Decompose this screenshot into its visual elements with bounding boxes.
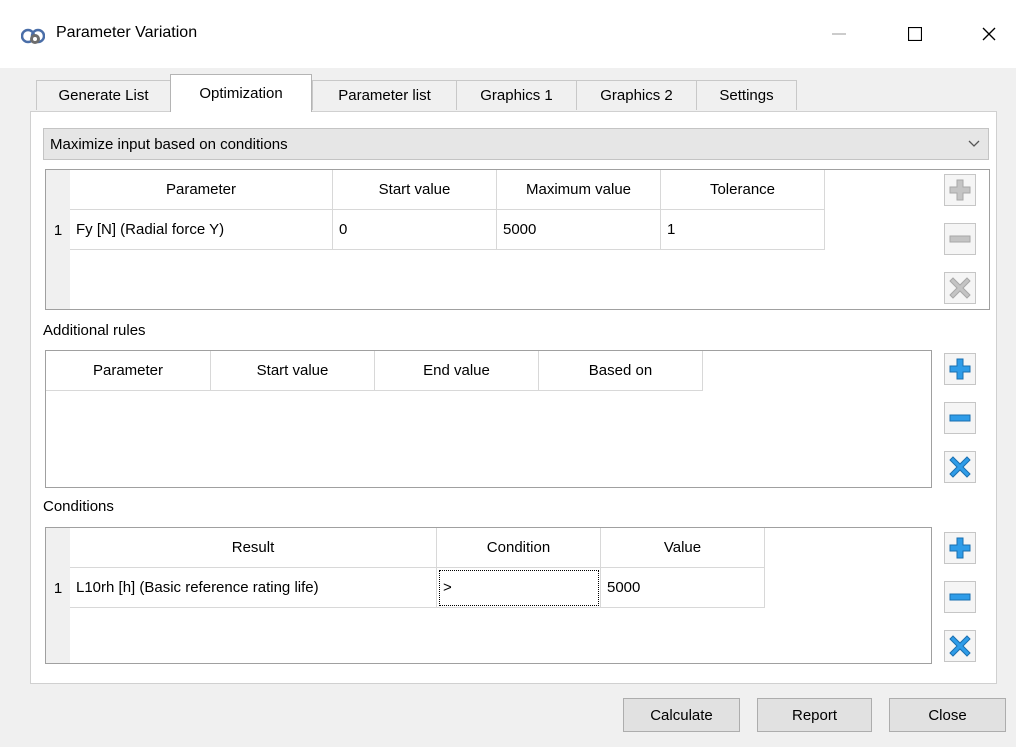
column-header-start-value[interactable]: Start value — [333, 170, 497, 210]
column-header-value[interactable]: Value — [601, 528, 765, 568]
column-header-based-on[interactable]: Based on — [539, 351, 703, 391]
window-title: Parameter Variation — [56, 24, 198, 41]
column-header-condition[interactable]: Condition — [437, 528, 601, 568]
chevron-down-icon — [968, 140, 980, 147]
column-header-parameter[interactable]: Parameter — [70, 170, 333, 210]
minimize-icon — [832, 33, 846, 35]
minus-icon — [949, 593, 971, 601]
close-window-button[interactable] — [966, 14, 1012, 54]
row-number: 1 — [53, 221, 63, 239]
tab-graphics-1[interactable]: Graphics 1 — [456, 80, 577, 110]
tab-graphics-2[interactable]: Graphics 2 — [576, 80, 697, 110]
remove-rule-button[interactable] — [944, 402, 976, 434]
cell-condition[interactable]: > — [437, 568, 601, 608]
minus-icon — [949, 235, 971, 243]
conditions-label: Conditions — [43, 498, 114, 515]
cell-result[interactable]: L10rh [h] (Basic reference rating life) — [70, 568, 437, 608]
maximize-button[interactable] — [892, 14, 938, 54]
delete-icon — [949, 456, 971, 478]
additional-rules-label: Additional rules — [43, 322, 146, 339]
clear-conditions-button[interactable] — [944, 630, 976, 662]
column-header-maximum-value[interactable]: Maximum value — [497, 170, 661, 210]
title-bar: Parameter Variation — [0, 0, 1016, 68]
cell-maximum-value[interactable]: 5000 — [497, 210, 661, 250]
cell-tolerance[interactable]: 1 — [661, 210, 825, 250]
column-header-parameter[interactable]: Parameter — [46, 351, 211, 391]
column-header-start-value[interactable]: Start value — [211, 351, 375, 391]
additional-rules-table: Parameter Start value End value Based on — [45, 350, 932, 488]
tab-parameter-list[interactable]: Parameter list — [312, 80, 457, 110]
column-header-end-value[interactable]: End value — [375, 351, 539, 391]
add-rule-button[interactable] — [944, 353, 976, 385]
calculate-button[interactable]: Calculate — [623, 698, 740, 732]
close-icon — [982, 27, 996, 41]
row-number: 1 — [53, 579, 63, 597]
tab-optimization[interactable]: Optimization — [170, 74, 312, 112]
column-header-result[interactable]: Result — [70, 528, 437, 568]
column-header-tolerance[interactable]: Tolerance — [661, 170, 825, 210]
tab-settings[interactable]: Settings — [696, 80, 797, 110]
mode-select[interactable]: Maximize input based on conditions — [43, 128, 989, 160]
report-button[interactable]: Report — [757, 698, 872, 732]
clear-rules-button[interactable] — [944, 451, 976, 483]
app-logo-icon — [21, 28, 45, 44]
optimization-table: Parameter Start value Maximum value Tole… — [45, 169, 990, 310]
tab-generate-list[interactable]: Generate List — [36, 80, 171, 110]
conditions-table: Result Condition Value 1 L10rh [h] (Basi… — [45, 527, 932, 664]
cell-value[interactable]: 5000 — [601, 568, 765, 608]
delete-icon — [949, 635, 971, 657]
plus-icon — [949, 179, 971, 201]
remove-condition-button[interactable] — [944, 581, 976, 613]
plus-icon — [949, 358, 971, 380]
mode-select-value: Maximize input based on conditions — [50, 136, 288, 153]
remove-row-button-disabled[interactable] — [944, 223, 976, 255]
clear-rows-button-disabled[interactable] — [944, 272, 976, 304]
delete-icon — [949, 277, 971, 299]
add-condition-button[interactable] — [944, 532, 976, 564]
cell-start-value[interactable]: 0 — [333, 210, 497, 250]
cell-parameter[interactable]: Fy [N] (Radial force Y) — [70, 210, 333, 250]
maximize-icon — [908, 27, 922, 41]
minus-icon — [949, 414, 971, 422]
add-row-button-disabled[interactable] — [944, 174, 976, 206]
minimize-button[interactable] — [816, 14, 862, 54]
plus-icon — [949, 537, 971, 559]
close-button[interactable]: Close — [889, 698, 1006, 732]
